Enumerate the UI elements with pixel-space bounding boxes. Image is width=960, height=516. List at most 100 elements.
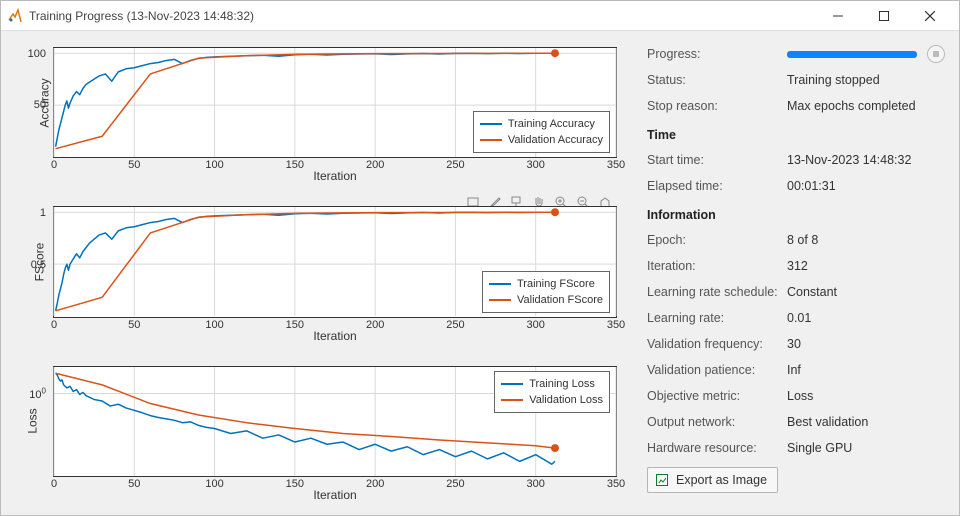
content-area: Accuracy Iteration Training AccuracyVali… (1, 31, 959, 515)
time-header: Time (647, 123, 945, 147)
xtick-label: 50 (128, 159, 140, 171)
stop-button[interactable] (927, 45, 945, 63)
xtick-label: 250 (446, 478, 464, 490)
loss-xlabel: Iteration (313, 488, 356, 502)
legend-item[interactable]: Validation Accuracy (480, 132, 603, 148)
legend-item[interactable]: Training Accuracy (480, 116, 603, 132)
loss-chart-panel: Loss Iteration Training LossValidation L… (3, 354, 635, 509)
xtick-label: 0 (51, 159, 57, 171)
xtick-label: 200 (366, 159, 384, 171)
progress-row: Progress: (647, 41, 945, 67)
xtick-label: 150 (286, 478, 304, 490)
xtick-label: 250 (446, 319, 464, 331)
titlebar[interactable]: Training Progress (13-Nov-2023 14:48:32) (1, 1, 959, 31)
legend-swatch (501, 383, 523, 385)
accuracy-axes[interactable]: Accuracy Iteration Training AccuracyVali… (53, 47, 617, 158)
xtick-label: 350 (607, 319, 625, 331)
vp-label: Validation patience: (647, 363, 787, 377)
legend-label: Validation FScore (517, 292, 603, 308)
lrs-label: Learning rate schedule: (647, 285, 787, 299)
legend-item[interactable]: Validation FScore (489, 292, 603, 308)
iteration-value: 312 (787, 259, 945, 273)
progress-fill (787, 51, 917, 58)
vf-label: Validation frequency: (647, 337, 787, 351)
status-label: Status: (647, 73, 787, 87)
hw-label: Hardware resource: (647, 441, 787, 455)
progress-label: Progress: (647, 47, 787, 61)
lr-value: 0.01 (787, 311, 945, 325)
fscore-axes[interactable]: FScore Iteration Training FScoreValidati… (53, 206, 617, 317)
ytick-label: 100 (29, 386, 46, 401)
loss-legend[interactable]: Training LossValidation Loss (494, 371, 610, 413)
legend-swatch (480, 123, 502, 125)
legend-swatch (501, 399, 523, 401)
iteration-label: Iteration: (647, 259, 787, 273)
legend-label: Training FScore (517, 276, 595, 292)
xtick-label: 150 (286, 319, 304, 331)
lr-label: Learning rate: (647, 311, 787, 325)
ytick-label: 1 (40, 207, 46, 219)
close-button[interactable] (907, 1, 953, 31)
om-value: Loss (787, 389, 945, 403)
accuracy-legend[interactable]: Training AccuracyValidation Accuracy (473, 111, 610, 153)
on-value: Best validation (787, 415, 945, 429)
starttime-row: Start time: 13-Nov-2023 14:48:32 (647, 147, 945, 173)
minimize-button[interactable] (815, 1, 861, 31)
info-panel: Progress: Status: Training stopped Stop … (641, 31, 959, 515)
xtick-label: 350 (607, 478, 625, 490)
starttime-label: Start time: (647, 153, 787, 167)
export-label: Export as Image (676, 473, 767, 487)
stopreason-value: Max epochs completed (787, 99, 945, 113)
loss-axes[interactable]: Loss Iteration Training LossValidation L… (53, 366, 617, 477)
legend-label: Training Loss (529, 376, 595, 392)
legend-label: Validation Accuracy (508, 132, 603, 148)
xtick-label: 300 (527, 319, 545, 331)
xtick-label: 100 (205, 478, 223, 490)
legend-label: Training Accuracy (508, 116, 595, 132)
status-row: Status: Training stopped (647, 67, 945, 93)
info-header: Information (647, 203, 945, 227)
on-label: Output network: (647, 415, 787, 429)
legend-swatch (489, 283, 511, 285)
xtick-label: 300 (527, 478, 545, 490)
epoch-label: Epoch: (647, 233, 787, 247)
stopreason-row: Stop reason: Max epochs completed (647, 93, 945, 119)
ytick-label: 100 (28, 48, 46, 60)
xtick-label: 200 (366, 319, 384, 331)
fscore-xlabel: Iteration (313, 329, 356, 343)
matlab-icon (7, 8, 23, 24)
loss-ylabel: Loss (26, 409, 40, 434)
status-value: Training stopped (787, 73, 945, 87)
xtick-label: 100 (205, 319, 223, 331)
fscore-chart-panel: FScore Iteration Training FScoreValidati… (3, 194, 635, 349)
elapsed-value: 00:01:31 (787, 179, 945, 193)
starttime-value: 13-Nov-2023 14:48:32 (787, 153, 945, 167)
ytick-label: 0.5 (31, 259, 46, 271)
om-label: Objective metric: (647, 389, 787, 403)
legend-item[interactable]: Training FScore (489, 276, 603, 292)
elapsed-row: Elapsed time: 00:01:31 (647, 173, 945, 199)
legend-swatch (480, 139, 502, 141)
epoch-value: 8 of 8 (787, 233, 945, 247)
window-title: Training Progress (13-Nov-2023 14:48:32) (29, 9, 815, 23)
hw-value: Single GPU (787, 441, 945, 455)
legend-label: Validation Loss (529, 392, 603, 408)
xtick-label: 300 (527, 159, 545, 171)
stopreason-label: Stop reason: (647, 99, 787, 113)
accuracy-xlabel: Iteration (313, 169, 356, 183)
export-image-button[interactable]: Export as Image (647, 467, 778, 493)
legend-swatch (489, 299, 511, 301)
xtick-label: 0 (51, 478, 57, 490)
app-window: Training Progress (13-Nov-2023 14:48:32)… (0, 0, 960, 516)
xtick-label: 50 (128, 478, 140, 490)
xtick-label: 200 (366, 478, 384, 490)
accuracy-chart-panel: Accuracy Iteration Training AccuracyVali… (3, 35, 635, 190)
vf-value: 30 (787, 337, 945, 351)
legend-item[interactable]: Validation Loss (501, 392, 603, 408)
lrs-value: Constant (787, 285, 945, 299)
ytick-label: 50 (34, 99, 46, 111)
legend-item[interactable]: Training Loss (501, 376, 603, 392)
maximize-button[interactable] (861, 1, 907, 31)
xtick-label: 150 (286, 159, 304, 171)
fscore-legend[interactable]: Training FScoreValidation FScore (482, 271, 610, 313)
